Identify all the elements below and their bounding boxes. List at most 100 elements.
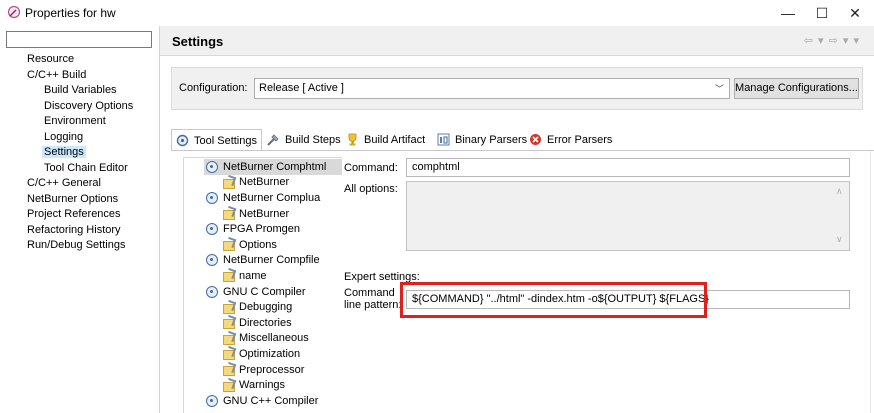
- nav-item-label: NetBurner Options: [27, 192, 119, 205]
- chevron-down-icon: ﹀: [714, 84, 724, 94]
- tool-icon: [206, 191, 218, 204]
- window-title: Properties for hw: [25, 6, 116, 20]
- tree-item-warnings[interactable]: Warnings: [222, 377, 285, 393]
- filter-input[interactable]: [6, 31, 152, 48]
- tab-label: Binary Parsers: [455, 133, 528, 146]
- tab-error-parsers[interactable]: Error Parsers: [525, 129, 616, 150]
- option-category-icon: [222, 176, 235, 189]
- tree-item-label: NetBurner: [239, 207, 290, 220]
- tool-icon: [206, 254, 218, 267]
- nav-item-label: Discovery Options: [44, 99, 134, 112]
- tab-label: Build Artifact: [364, 133, 426, 146]
- option-category-icon: [222, 347, 235, 361]
- tree-item-preprocessor[interactable]: Preprocessor: [222, 362, 304, 378]
- nav-item-discovery-options[interactable]: Discovery Options: [27, 99, 157, 115]
- tree-item-label: Preprocessor: [239, 363, 305, 376]
- close-button[interactable]: ✕: [838, 0, 872, 26]
- tree-item-directories[interactable]: Directories: [222, 315, 292, 331]
- tree-item-label: Debugging: [239, 301, 293, 314]
- tree-item-optimization[interactable]: Optimization: [222, 346, 300, 362]
- tab-content-border: [171, 150, 874, 151]
- tool-icon: [206, 285, 218, 298]
- tree-item-netburner[interactable]: NetBurner: [222, 175, 289, 191]
- all-options-label: All options:: [344, 183, 398, 195]
- tree-item-debugging[interactable]: Debugging: [222, 299, 292, 315]
- nav-item-label: C/C++ Build: [27, 68, 87, 81]
- nav-item-label: Build Variables: [44, 84, 117, 96]
- tree-item-label: Options: [239, 238, 277, 251]
- tree-item-netburner-compfile[interactable]: NetBurner Compfile: [206, 253, 320, 269]
- manage-configurations-button[interactable]: Manage Configurations...: [734, 78, 859, 99]
- all-options-textarea[interactable]: [406, 181, 850, 251]
- nav-item-c-c-build[interactable]: C/C++ Build: [27, 68, 157, 84]
- option-category-icon: [222, 238, 235, 252]
- tree-item-label: Optimization: [239, 347, 301, 360]
- tree-item-gnu-c-compiler[interactable]: GNU C Compiler: [206, 284, 306, 300]
- minimize-button[interactable]: —: [771, 0, 805, 26]
- tab-label: Error Parsers: [547, 133, 613, 146]
- settings-header: Settings ⇦ ▾ ⇨ ▾ ▾: [160, 26, 874, 56]
- tree-item-options[interactable]: Options: [222, 237, 277, 253]
- nav-item-label: C/C++ General: [27, 177, 101, 189]
- nav-item-label: Settings: [42, 146, 86, 158]
- nav-item-project-references[interactable]: Project References: [27, 207, 157, 223]
- configuration-label: Configuration:: [179, 82, 248, 94]
- pattern-label-line-2: line pattern:: [344, 299, 402, 311]
- build-artifact-icon: [348, 133, 357, 146]
- option-category-icon: [222, 316, 235, 330]
- tab-binary-parsers[interactable]: Binary Parsers: [433, 129, 531, 150]
- tree-item-name[interactable]: name: [222, 268, 267, 284]
- tree-item-netburner-complua[interactable]: NetBurner Complua: [206, 190, 320, 206]
- tree-item-netburner-comphtml[interactable]: NetBurner Comphtml: [204, 159, 342, 175]
- nav-item-run-debug-settings[interactable]: Run/Debug Settings: [27, 238, 157, 254]
- command-input[interactable]: comphtml: [406, 158, 850, 177]
- tool-settings-icon: [176, 134, 189, 147]
- binary-parsers-icon: [437, 133, 450, 146]
- tree-item-label: Miscellaneous: [239, 332, 309, 345]
- history-nav-arrows[interactable]: ⇦ ▾ ⇨ ▾ ▾: [804, 34, 860, 47]
- nav-item-label: Run/Debug Settings: [27, 239, 126, 251]
- tree-item-label: FPGA Promgen: [223, 223, 301, 236]
- tool-icon: [206, 160, 218, 173]
- configuration-panel: Configuration: Release [ Active ] ﹀ Mana…: [171, 67, 863, 110]
- tab-tool-settings[interactable]: Tool Settings: [171, 129, 262, 151]
- option-category-icon: [222, 207, 235, 221]
- tree-item-gnu-c-compiler[interactable]: GNU C++ Compiler: [206, 393, 318, 409]
- tree-item-label: GNU C Compiler: [223, 285, 306, 298]
- tree-item-fpga-promgen[interactable]: FPGA Promgen: [206, 221, 300, 237]
- nav-item-tool-chain-editor[interactable]: Tool Chain Editor: [27, 161, 157, 177]
- command-label: Command:: [344, 162, 398, 174]
- tab-label: Build Steps: [285, 133, 341, 146]
- nav-item-logging[interactable]: Logging: [27, 130, 157, 146]
- nav-item-environment[interactable]: Environment: [27, 114, 157, 130]
- nav-item-c-c-general[interactable]: C/C++ General: [27, 176, 157, 192]
- nav-item-build-variables[interactable]: Build Variables: [27, 83, 157, 99]
- tree-item-label: NetBurner: [239, 176, 290, 189]
- nav-item-netburner-options[interactable]: NetBurner Options: [27, 192, 157, 208]
- red-highlight-box: [400, 282, 707, 318]
- tab-build-steps[interactable]: Build Steps: [263, 129, 345, 150]
- panel-edge: [870, 151, 871, 413]
- tree-item-label: name: [239, 269, 267, 282]
- tool-settings-tree[interactable]: NetBurner Comphtml NetBurner NetBurner Com…: [183, 157, 342, 413]
- configuration-select[interactable]: Release [ Active ] ﹀: [254, 78, 730, 99]
- tool-icon: [206, 223, 218, 236]
- nav-item-resource[interactable]: Resource: [27, 52, 157, 68]
- nav-item-settings[interactable]: Settings: [27, 145, 157, 161]
- option-category-icon: [222, 363, 235, 377]
- maximize-button[interactable]: ☐: [805, 0, 839, 26]
- tool-icon: [206, 394, 218, 407]
- tree-item-label: Directories: [239, 316, 292, 329]
- option-category-icon: [222, 332, 235, 345]
- property-nav-tree: Resource C/C++ Build Build Variables Discov…: [27, 52, 157, 254]
- nav-item-label: Resource: [27, 53, 75, 65]
- tree-item-netburner[interactable]: NetBurner: [222, 206, 289, 222]
- tree-item-label: GNU C++ Compiler: [223, 394, 319, 407]
- tab-build-artifact[interactable]: Build Artifact: [342, 129, 429, 150]
- nav-item-label: Project References: [27, 208, 121, 220]
- nav-item-refactoring-history[interactable]: Refactoring History: [27, 223, 157, 239]
- option-category-icon: [222, 379, 235, 392]
- settings-tabs: Tool Settings Build Steps Build Artifact…: [171, 129, 871, 151]
- tree-item-miscellaneous[interactable]: Miscellaneous: [222, 331, 309, 347]
- tree-item-label: NetBurner Compfile: [223, 254, 320, 267]
